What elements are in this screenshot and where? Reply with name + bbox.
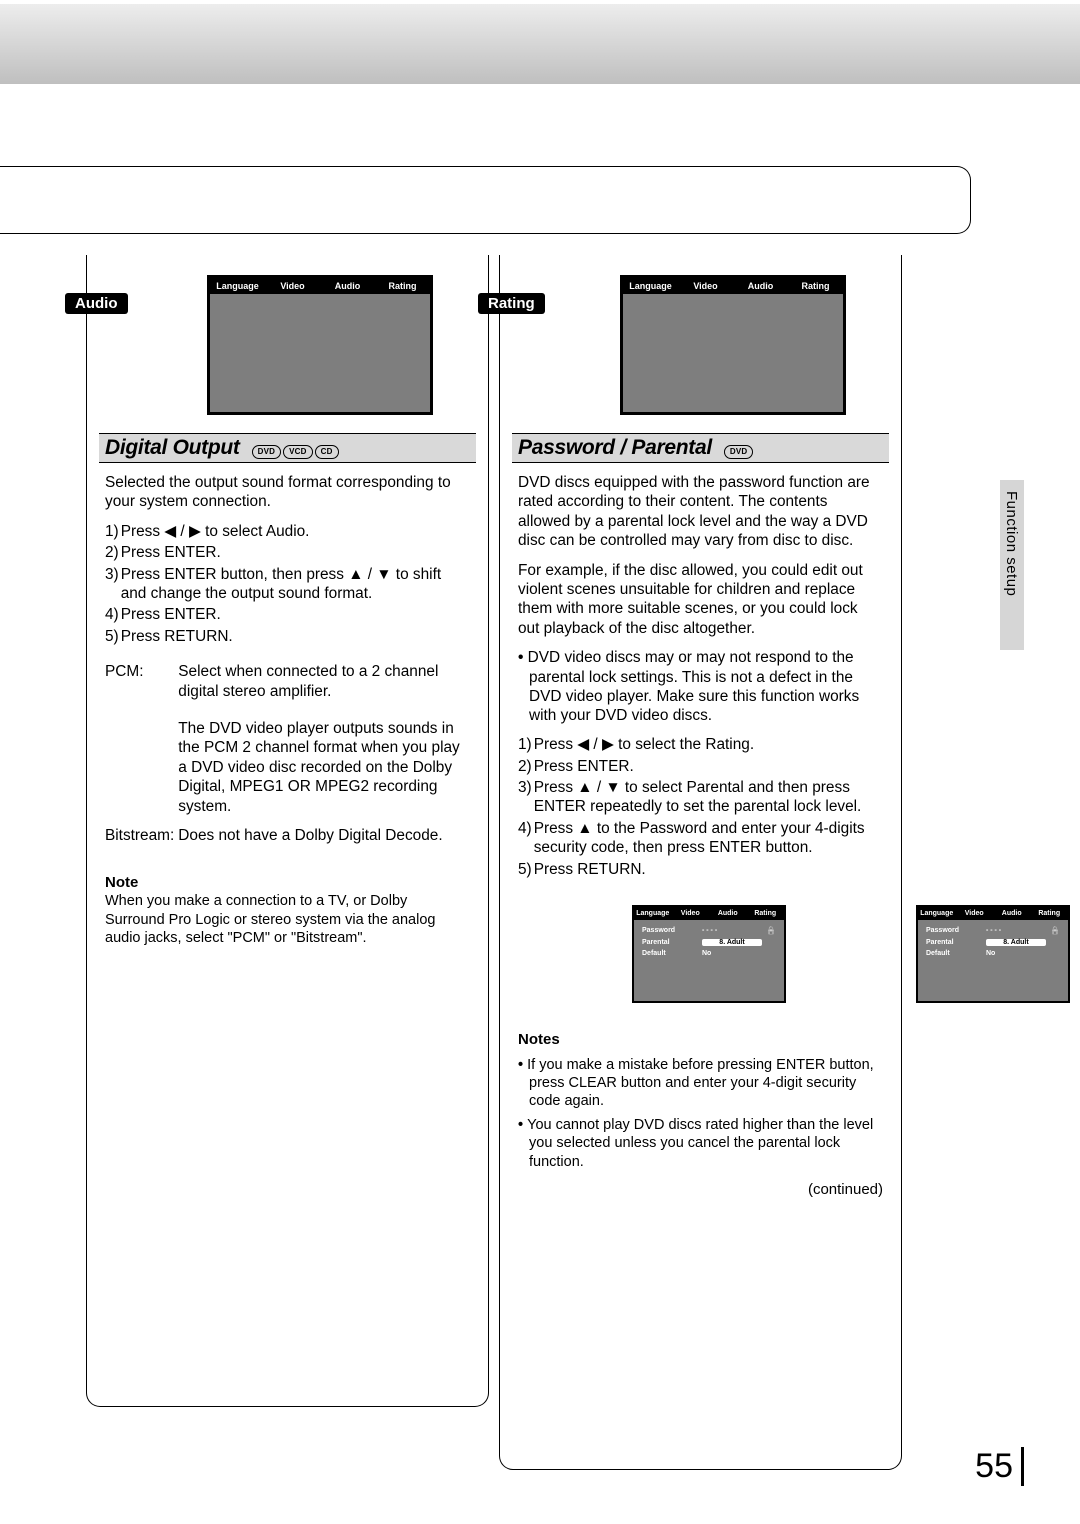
disc-dvd: DVD <box>724 445 754 459</box>
right-section-title: Password / Parental <box>518 436 712 460</box>
osd-row-password: Password - - - - <box>634 924 784 937</box>
right-p2: For example, if the disc allowed, you co… <box>518 561 883 639</box>
right-p1: DVD discs equipped with the password fun… <box>518 473 883 551</box>
osd-row-default: Default No <box>634 948 784 959</box>
right-notes-list: If you make a mistake before pressing EN… <box>518 1056 883 1171</box>
osd-row-parental: Parental 8. Adult <box>918 937 1068 948</box>
osd-tab-language: Language <box>210 278 265 294</box>
page-number: 55 <box>975 1447 1024 1486</box>
osd-tab-video: Video <box>265 278 320 294</box>
osd-tab-rating: Rating <box>375 278 430 294</box>
left-note-body: When you make a connection to a TV, or D… <box>105 892 470 946</box>
osd-mockup-rating-detail-2: Language Video Audio Rating Password - -… <box>916 905 1070 1003</box>
lock-icon <box>1046 926 1060 935</box>
osd-mockup-audio: Language Video Audio Rating <box>207 275 433 415</box>
left-section-header: Digital Output DVD VCD CD <box>99 433 476 463</box>
left-note-heading: Note <box>105 874 470 893</box>
left-category-tag: Audio <box>65 293 128 314</box>
disc-cd: CD <box>315 445 339 459</box>
right-steps-list: 1)Press ◀ / ▶ to select the Rating. 2)Pr… <box>518 735 883 881</box>
right-category-tag: Rating <box>478 293 545 314</box>
lock-icon <box>762 926 776 935</box>
osd-tab-row: Language Video Audio Rating <box>210 278 430 294</box>
right-section-header: Password / Parental DVD <box>512 433 889 463</box>
osd-tab-row: Language Video Audio Rating <box>623 278 843 294</box>
right-bullet: DVD video discs may or may not respond t… <box>518 648 883 725</box>
left-body: Selected the output sound format corresp… <box>87 473 488 947</box>
right-notes: Notes If you make a mistake before press… <box>500 1003 901 1171</box>
osd-tab-video: Video <box>678 278 733 294</box>
right-note-1: If you make a mistake before pressing EN… <box>518 1056 883 1110</box>
osd-mockup-rating-detail-1: Language Video Audio Rating Password - -… <box>632 905 786 1003</box>
right-note-2: You cannot play DVD discs rated higher t… <box>518 1116 883 1170</box>
right-body: DVD discs equipped with the password fun… <box>500 473 901 881</box>
left-section-title: Digital Output <box>105 436 240 460</box>
left-steps-list: 1)Press ◀ / ▶ to select Audio. 2)Press E… <box>105 522 470 648</box>
osd-row-parental: Parental 8. Adult <box>634 937 784 948</box>
osd-mockup-rating: Language Video Audio Rating <box>620 275 846 415</box>
disc-badges: DVD VCD CD <box>252 445 339 459</box>
osd-tab-audio: Audio <box>733 278 788 294</box>
right-column: Rating Language Video Audio Rating Passw… <box>499 255 902 1470</box>
top-gradient-strip <box>0 4 1080 84</box>
continued-label: (continued) <box>500 1181 883 1198</box>
osd-tab-language: Language <box>623 278 678 294</box>
disc-vcd: VCD <box>283 445 313 459</box>
osd-tab-audio: Audio <box>320 278 375 294</box>
osd-pair: Language Video Audio Rating Password - -… <box>512 899 901 1003</box>
disc-dvd: DVD <box>252 445 282 459</box>
side-section-label: Function setup <box>1003 491 1020 596</box>
left-column: Audio Language Video Audio Rating Digita… <box>86 255 489 1407</box>
osd-row-password: Password - - - - <box>918 924 1068 937</box>
left-intro: Selected the output sound format corresp… <box>105 473 470 512</box>
header-rule-panel <box>0 166 971 234</box>
disc-badges: DVD <box>724 445 754 459</box>
right-notes-heading: Notes <box>518 1031 883 1050</box>
osd-tab-rating: Rating <box>788 278 843 294</box>
two-column-container: Audio Language Video Audio Rating Digita… <box>86 255 902 1470</box>
osd-row-default: Default No <box>918 948 1068 959</box>
right-intro-bullets: DVD video discs may or may not respond t… <box>518 648 883 725</box>
left-definitions: PCM:Select when connected to a 2 channel… <box>105 662 470 855</box>
